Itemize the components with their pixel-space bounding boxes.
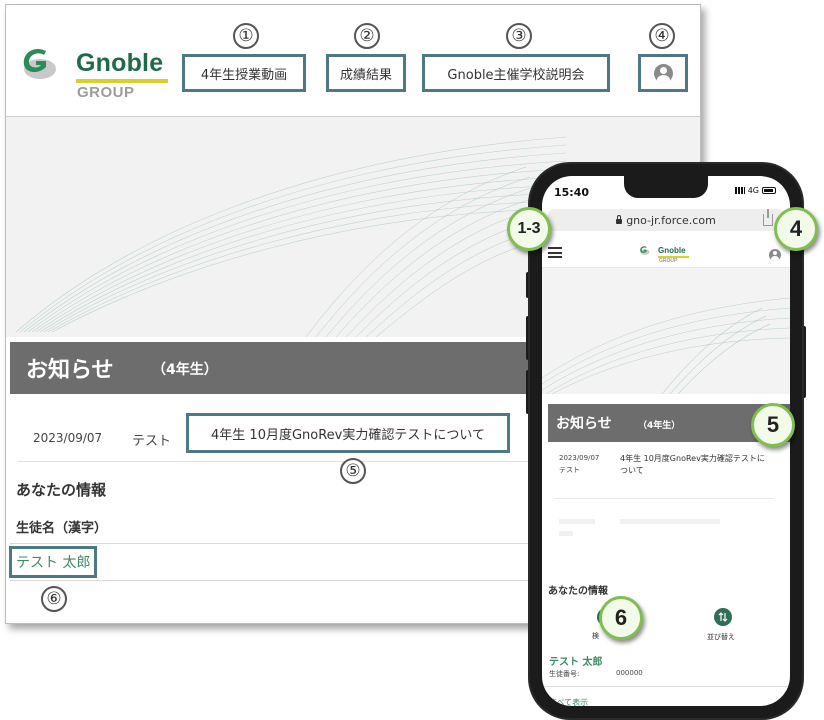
student-number-value: 000000 <box>616 669 643 677</box>
nav-school-briefing-label: Gnoble主催学校説明会 <box>447 67 585 83</box>
mobile-logo-subtitle: GROUP <box>659 258 678 264</box>
mobile-notice-tag: テスト <box>559 466 580 474</box>
mobile-profile-icon[interactable] <box>769 249 781 261</box>
callout-1: ① <box>233 23 259 49</box>
placeholder-line <box>559 531 573 536</box>
nav-results-label: 成績結果 <box>339 67 392 83</box>
nav-lesson-videos-label: 4年生授業動画 <box>200 67 288 83</box>
hamburger-menu-icon[interactable] <box>548 247 562 258</box>
mobile-notice-grade: （4年生） <box>638 421 681 431</box>
profile-button[interactable] <box>638 54 688 92</box>
mobile-notice-date: 2023/09/07 <box>559 454 600 462</box>
user-avatar-icon <box>653 63 673 83</box>
filter-label: 検 <box>592 632 599 640</box>
sort-button[interactable] <box>714 608 732 626</box>
status-time: 15:40 <box>554 186 590 199</box>
status-indicators: 4G <box>734 186 776 195</box>
logo-underline <box>76 79 168 83</box>
browser-address-bar[interactable]: gno-jr.force.com <box>548 209 784 231</box>
callout-3: ③ <box>506 23 532 49</box>
phone-callout-5: 5 <box>751 403 795 447</box>
nav-school-briefing[interactable]: Gnoble主催学校説明会 <box>422 54 610 92</box>
lock-icon <box>616 214 623 224</box>
phone-screen: 15:40 4G gno-jr.force.com Gnoble GROUP お… <box>542 176 790 706</box>
notice-grade: （4年生） <box>152 362 218 378</box>
browser-url: gno-jr.force.com <box>626 213 716 227</box>
phone-callout-4: 4 <box>774 207 818 251</box>
phone-notch <box>624 176 708 198</box>
student-number-label: 生徒番号: <box>549 670 580 678</box>
logo-subtitle: GROUP <box>77 84 135 101</box>
mobile-student-name-link[interactable]: テスト 太郎 <box>549 653 602 668</box>
student-name-label: 生徒名（漢字） <box>16 521 108 536</box>
phone-callout-6: 6 <box>599 596 643 640</box>
notice-title: お知らせ <box>26 358 114 383</box>
callout-5: ⑤ <box>340 458 366 484</box>
gnoble-logo-icon <box>23 48 56 79</box>
mobile-hero-swirl <box>542 297 790 394</box>
logo-wordmark: Gnoble <box>76 49 164 77</box>
mobile-notice-headline[interactable]: 4年生 10月度GnoRev実力確認テストについて <box>620 453 770 477</box>
divider <box>542 686 790 687</box>
sort-label: 並び替え <box>707 633 735 641</box>
nav-results[interactable]: 成績結果 <box>326 54 406 92</box>
notice-headline-link[interactable]: 4年生 10月度GnoRev実力確認テストについて <box>186 413 510 453</box>
desktop-header: Gnoble GROUP ① ② ③ ④ 4年生授業動画 成績結果 Gnoble… <box>6 5 700 117</box>
show-all-link[interactable]: すべて表示 <box>549 697 588 706</box>
battery-icon <box>762 187 776 194</box>
mobile-notice-title: お知らせ <box>556 416 612 432</box>
info-section-title: あなたの情報 <box>16 481 107 499</box>
gnoble-logo-icon <box>640 246 650 255</box>
placeholder-line <box>559 519 595 524</box>
callout-4: ④ <box>649 23 675 49</box>
mobile-info-title: あなたの情報 <box>548 586 608 597</box>
network-label: 4G <box>747 186 759 195</box>
nav-lesson-videos[interactable]: 4年生授業動画 <box>182 54 306 92</box>
composite-screenshot: Gnoble GROUP ① ② ③ ④ 4年生授業動画 成績結果 Gnoble… <box>0 0 824 720</box>
notice-tag: テスト <box>132 434 172 449</box>
sort-icon <box>718 612 728 622</box>
mobile-hero-banner <box>542 268 790 394</box>
callout-2: ② <box>354 23 380 49</box>
phone-callout-1-3: 1-3 <box>507 207 551 251</box>
divider <box>554 498 774 499</box>
student-name-link[interactable]: テスト 太郎 <box>9 546 98 578</box>
share-icon[interactable] <box>763 209 773 226</box>
mobile-logo-wordmark: Gnoble <box>658 246 686 255</box>
placeholder-line <box>620 519 720 524</box>
signal-icon <box>734 187 745 194</box>
notice-date: 2023/09/07 <box>33 431 103 445</box>
callout-6: ⑥ <box>41 586 67 612</box>
